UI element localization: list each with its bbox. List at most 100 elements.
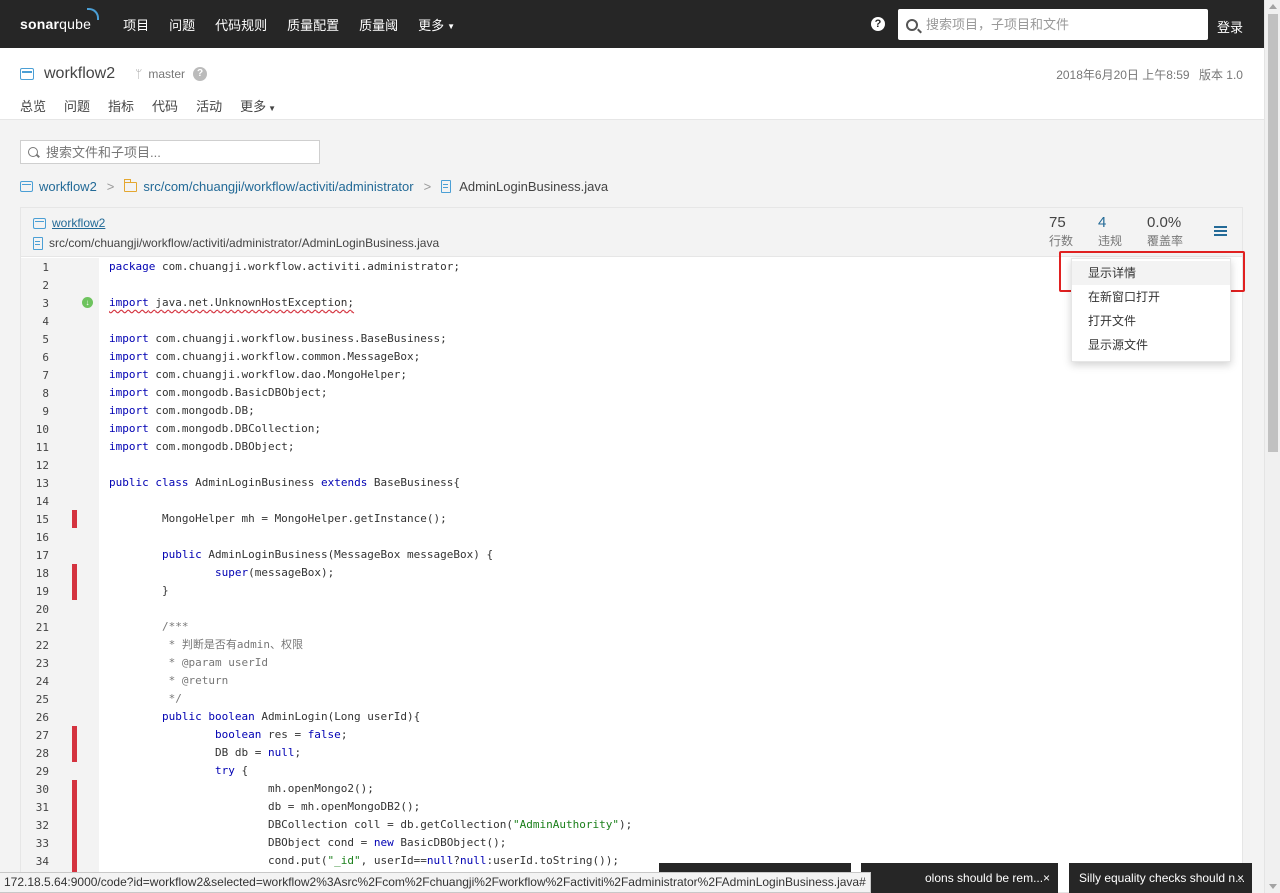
code-line[interactable]: 31 db = mh.openMongoDB2();: [21, 798, 1242, 816]
line-number[interactable]: 19: [21, 585, 49, 598]
sonarqube-logo[interactable]: sonarqube: [20, 8, 100, 32]
line-number[interactable]: 13: [21, 477, 49, 490]
issue-toast[interactable]: Silly equality checks should n... ×: [1069, 863, 1252, 893]
line-number[interactable]: 31: [21, 801, 49, 814]
global-search-input[interactable]: [926, 17, 1196, 32]
code-line[interactable]: 12: [21, 456, 1242, 474]
line-number[interactable]: 34: [21, 855, 49, 868]
issue-toast[interactable]: olons should be rem... ×: [861, 863, 1058, 893]
code-line[interactable]: 8 import com.mongodb.BasicDBObject;: [21, 384, 1242, 402]
tab-issues[interactable]: 问题: [64, 96, 90, 123]
branch-help-icon[interactable]: ?: [193, 67, 208, 81]
file-search-input[interactable]: [46, 144, 306, 160]
nav-quality-gates[interactable]: 质量阈: [359, 15, 398, 34]
nav-quality-profiles[interactable]: 质量配置: [287, 15, 339, 34]
code-line[interactable]: 5 import com.chuangji.workflow.business.B…: [21, 330, 1242, 348]
help-icon[interactable]: ?: [871, 17, 885, 31]
nav-projects[interactable]: 项目: [123, 15, 149, 34]
code-line[interactable]: 24 * @return: [21, 672, 1242, 690]
code-line[interactable]: 15 MongoHelper mh = MongoHelper.getInsta…: [21, 510, 1242, 528]
viewer-project-link[interactable]: workflow2: [52, 216, 105, 230]
code-line[interactable]: 20: [21, 600, 1242, 618]
code-line[interactable]: 9 import com.mongodb.DB;: [21, 402, 1242, 420]
line-number[interactable]: 3: [21, 297, 49, 310]
breadcrumb-directory[interactable]: src/com/chuangji/workflow/activiti/admin…: [143, 179, 413, 194]
line-number[interactable]: 24: [21, 675, 49, 688]
nav-issues[interactable]: 问题: [169, 15, 195, 34]
scroll-down-icon[interactable]: [1269, 884, 1277, 889]
measure-issues[interactable]: 4 违规: [1098, 214, 1122, 249]
scrollbar-thumb[interactable]: [1268, 14, 1278, 452]
code-line[interactable]: 29 try {: [21, 762, 1242, 780]
line-number[interactable]: 16: [21, 531, 49, 544]
menu-show-raw-source[interactable]: 显示源文件: [1072, 333, 1230, 357]
close-icon[interactable]: ×: [1043, 863, 1050, 893]
line-number[interactable]: 14: [21, 495, 49, 508]
uncovered-line-marker[interactable]: [72, 834, 77, 852]
code-line[interactable]: 7 import com.chuangji.workflow.dao.MongoH…: [21, 366, 1242, 384]
code-line[interactable]: 21 /***: [21, 618, 1242, 636]
code-line[interactable]: 34 cond.put("_id", userId==null?null:use…: [21, 852, 1242, 870]
code-line[interactable]: 16: [21, 528, 1242, 546]
tab-overview[interactable]: 总览: [20, 96, 46, 123]
code-line[interactable]: 10 import com.mongodb.DBCollection;: [21, 420, 1242, 438]
line-number[interactable]: 26: [21, 711, 49, 724]
line-number[interactable]: 21: [21, 621, 49, 634]
line-number[interactable]: 22: [21, 639, 49, 652]
duplication-icon[interactable]: ↓: [82, 297, 93, 308]
uncovered-line-marker[interactable]: [72, 582, 77, 600]
line-number[interactable]: 30: [21, 783, 49, 796]
line-number[interactable]: 15: [21, 513, 49, 526]
tab-code[interactable]: 代码: [152, 96, 179, 123]
menu-show-details[interactable]: 显示详情: [1072, 261, 1230, 285]
code-line[interactable]: 11 import com.mongodb.DBObject;: [21, 438, 1242, 456]
line-number[interactable]: 18: [21, 567, 49, 580]
tab-activity[interactable]: 活动: [196, 96, 222, 123]
nav-rules[interactable]: 代码规则: [215, 15, 267, 34]
uncovered-line-marker[interactable]: [72, 726, 77, 744]
code-line[interactable]: 32 DBCollection coll = db.getCollection(…: [21, 816, 1242, 834]
uncovered-line-marker[interactable]: [72, 852, 77, 870]
line-number[interactable]: 27: [21, 729, 49, 742]
line-number[interactable]: 6: [21, 351, 49, 364]
code-line[interactable]: 13 public class AdminLoginBusiness extend…: [21, 474, 1242, 492]
code-line[interactable]: 26 public boolean AdminLogin(Long userId…: [21, 708, 1242, 726]
code-line[interactable]: 18 super(messageBox);: [21, 564, 1242, 582]
line-number[interactable]: 25: [21, 693, 49, 706]
line-number[interactable]: 29: [21, 765, 49, 778]
uncovered-line-marker[interactable]: [72, 564, 77, 582]
uncovered-line-marker[interactable]: [72, 744, 77, 762]
code-line[interactable]: 4: [21, 312, 1242, 330]
code-line[interactable]: 30 mh.openMongo2();: [21, 780, 1242, 798]
global-search[interactable]: [898, 9, 1208, 40]
tab-more[interactable]: 更多 ▼: [240, 96, 276, 123]
line-number[interactable]: 12: [21, 459, 49, 472]
project-name[interactable]: workflow2: [44, 65, 115, 83]
code-line[interactable]: 17 public AdminLoginBusiness(MessageBox …: [21, 546, 1242, 564]
close-icon[interactable]: ×: [1237, 863, 1244, 893]
file-search[interactable]: [20, 140, 320, 164]
code-line[interactable]: 6 import com.chuangji.workflow.common.Mes…: [21, 348, 1242, 366]
breadcrumb-project[interactable]: workflow2: [39, 179, 97, 194]
line-number[interactable]: 20: [21, 603, 49, 616]
code-line[interactable]: 3 ↓ import java.net.UnknownHostException;: [21, 294, 1242, 312]
code-line[interactable]: 33 DBObject cond = new BasicDBObject();: [21, 834, 1242, 852]
line-number[interactable]: 28: [21, 747, 49, 760]
nav-more[interactable]: 更多 ▼: [418, 15, 455, 34]
uncovered-line-marker[interactable]: [72, 780, 77, 798]
menu-open-new-window[interactable]: 在新窗口打开: [1072, 285, 1230, 309]
code-line[interactable]: 14: [21, 492, 1242, 510]
line-number[interactable]: 9: [21, 405, 49, 418]
line-number[interactable]: 2: [21, 279, 49, 292]
line-number[interactable]: 10: [21, 423, 49, 436]
login-link[interactable]: 登录: [1217, 17, 1243, 36]
line-number[interactable]: 23: [21, 657, 49, 670]
uncovered-line-marker[interactable]: [72, 510, 77, 528]
uncovered-line-marker[interactable]: [72, 816, 77, 834]
code-line[interactable]: 23 * @param userId: [21, 654, 1242, 672]
line-number[interactable]: 5: [21, 333, 49, 346]
line-number[interactable]: 4: [21, 315, 49, 328]
hamburger-menu-icon[interactable]: [1214, 226, 1227, 236]
code-line[interactable]: 25 */: [21, 690, 1242, 708]
uncovered-line-marker[interactable]: [72, 798, 77, 816]
